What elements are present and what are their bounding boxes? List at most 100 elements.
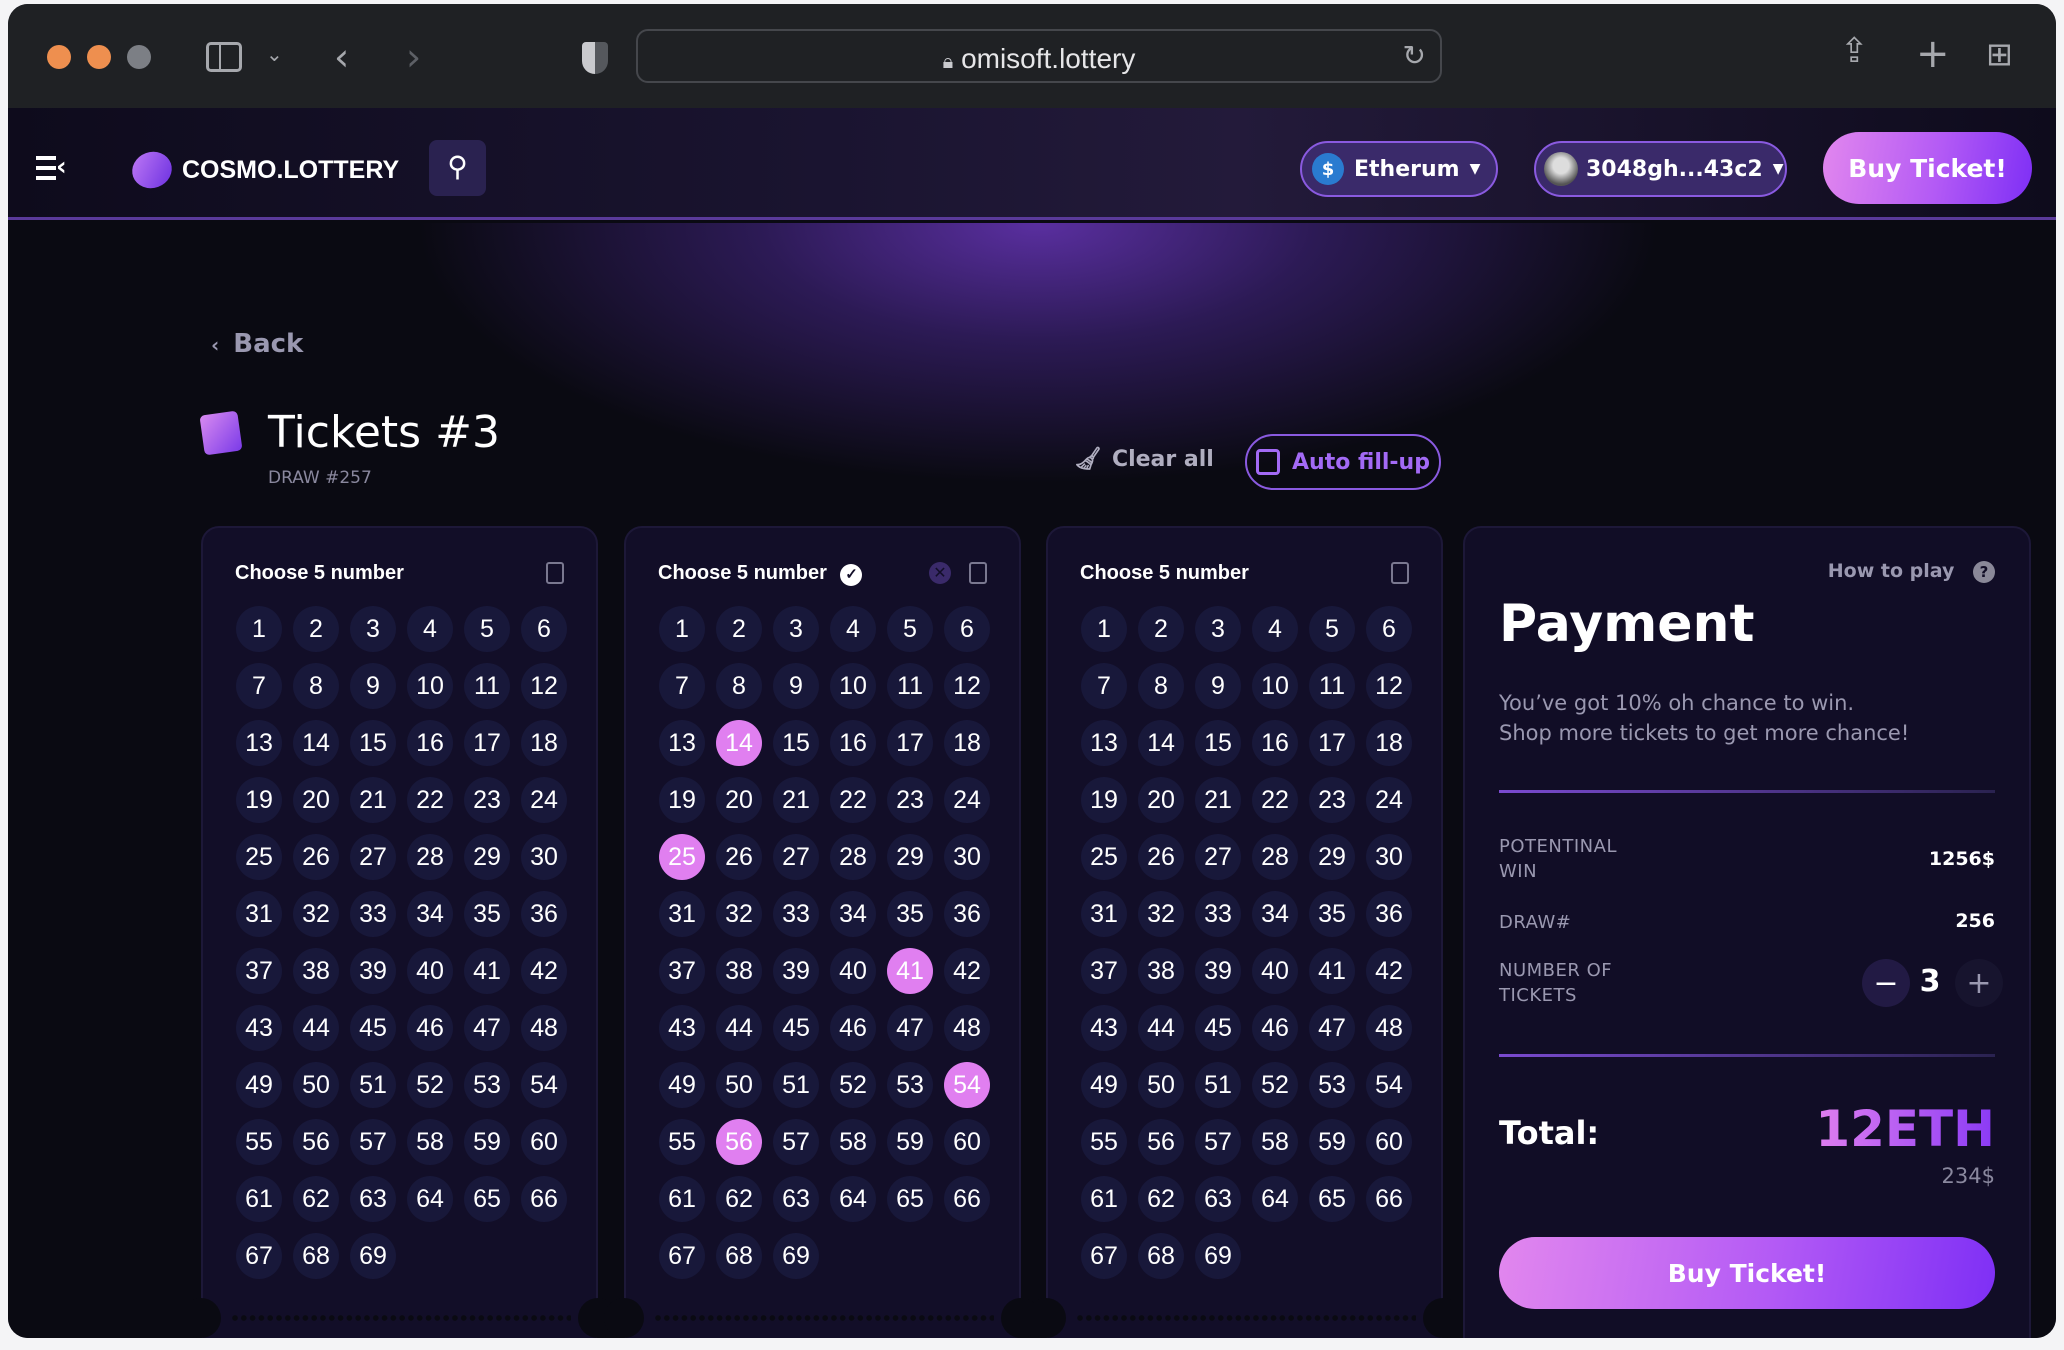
number-ball[interactable]: 44 <box>1138 1005 1184 1051</box>
number-ball[interactable]: 30 <box>1366 834 1412 880</box>
number-ball[interactable]: 48 <box>944 1005 990 1051</box>
number-ball[interactable]: 43 <box>659 1005 705 1051</box>
search-button[interactable]: ⚲ <box>429 140 486 196</box>
number-ball[interactable]: 64 <box>830 1176 876 1222</box>
number-ball[interactable]: 41 <box>1309 948 1355 994</box>
number-ball[interactable]: 66 <box>1366 1176 1412 1222</box>
number-ball[interactable]: 35 <box>464 891 510 937</box>
number-ball[interactable]: 50 <box>293 1062 339 1108</box>
number-ball[interactable]: 52 <box>830 1062 876 1108</box>
chevron-down-icon[interactable]: ⌄ <box>266 44 283 64</box>
zoom-window-button[interactable] <box>127 45 151 69</box>
number-ball[interactable]: 22 <box>1252 777 1298 823</box>
number-ball[interactable]: 8 <box>1138 663 1184 709</box>
number-ball[interactable]: 28 <box>407 834 453 880</box>
number-ball[interactable]: 22 <box>407 777 453 823</box>
number-ball[interactable]: 19 <box>236 777 282 823</box>
number-ball[interactable]: 1 <box>1081 606 1127 652</box>
number-ball[interactable]: 64 <box>407 1176 453 1222</box>
number-ball[interactable]: 61 <box>236 1176 282 1222</box>
number-ball[interactable]: 37 <box>236 948 282 994</box>
number-ball[interactable]: 29 <box>1309 834 1355 880</box>
sidebar-toggle-icon[interactable] <box>206 42 242 72</box>
number-ball[interactable]: 53 <box>887 1062 933 1108</box>
number-ball[interactable]: 25 <box>236 834 282 880</box>
number-ball[interactable]: 50 <box>716 1062 762 1108</box>
number-ball[interactable]: 38 <box>716 948 762 994</box>
how-to-play-link[interactable]: How to play ? <box>1828 560 1995 583</box>
number-ball[interactable]: 9 <box>350 663 396 709</box>
number-ball[interactable]: 20 <box>293 777 339 823</box>
number-ball[interactable]: 29 <box>887 834 933 880</box>
number-ball[interactable]: 13 <box>236 720 282 766</box>
number-ball[interactable]: 55 <box>1081 1119 1127 1165</box>
number-ball[interactable]: 21 <box>773 777 819 823</box>
number-ball[interactable]: 52 <box>407 1062 453 1108</box>
number-ball[interactable]: 15 <box>773 720 819 766</box>
number-ball[interactable]: 35 <box>887 891 933 937</box>
number-ball[interactable]: 48 <box>1366 1005 1412 1051</box>
number-ball[interactable]: 32 <box>293 891 339 937</box>
number-ball[interactable]: 11 <box>887 663 933 709</box>
number-ball[interactable]: 14 <box>293 720 339 766</box>
number-ball[interactable]: 19 <box>1081 777 1127 823</box>
number-ball[interactable]: 14 <box>1138 720 1184 766</box>
number-ball[interactable]: 46 <box>830 1005 876 1051</box>
number-ball[interactable]: 56 <box>1138 1119 1184 1165</box>
number-ball[interactable]: 69 <box>773 1233 819 1279</box>
number-ball[interactable]: 51 <box>1195 1062 1241 1108</box>
number-ball[interactable]: 45 <box>1195 1005 1241 1051</box>
number-ball[interactable]: 39 <box>773 948 819 994</box>
header-buy-ticket-button[interactable]: Buy Ticket! <box>1823 132 2032 204</box>
number-ball[interactable]: 31 <box>659 891 705 937</box>
number-ball[interactable]: 45 <box>773 1005 819 1051</box>
clear-ticket-icon[interactable]: ✕ <box>929 562 951 584</box>
number-ball[interactable]: 9 <box>773 663 819 709</box>
number-ball[interactable]: 40 <box>407 948 453 994</box>
number-ball[interactable]: 66 <box>521 1176 567 1222</box>
number-ball[interactable]: 50 <box>1138 1062 1184 1108</box>
number-ball[interactable]: 39 <box>1195 948 1241 994</box>
number-ball[interactable]: 13 <box>1081 720 1127 766</box>
number-ball[interactable]: 60 <box>521 1119 567 1165</box>
number-ball[interactable]: 25 <box>1081 834 1127 880</box>
number-ball[interactable]: 18 <box>944 720 990 766</box>
number-ball[interactable]: 13 <box>659 720 705 766</box>
number-ball[interactable]: 67 <box>659 1233 705 1279</box>
number-ball[interactable]: 21 <box>1195 777 1241 823</box>
number-ball[interactable]: 30 <box>521 834 567 880</box>
number-ball[interactable]: 1 <box>236 606 282 652</box>
number-ball[interactable]: 2 <box>716 606 762 652</box>
number-ball[interactable]: 36 <box>521 891 567 937</box>
number-ball[interactable]: 59 <box>887 1119 933 1165</box>
number-ball[interactable]: 69 <box>1195 1233 1241 1279</box>
number-ball[interactable]: 44 <box>716 1005 762 1051</box>
number-ball[interactable]: 22 <box>830 777 876 823</box>
number-ball[interactable]: 31 <box>1081 891 1127 937</box>
number-ball[interactable]: 6 <box>521 606 567 652</box>
number-ball[interactable]: 46 <box>1252 1005 1298 1051</box>
number-ball[interactable]: 47 <box>464 1005 510 1051</box>
number-ball[interactable]: 1 <box>659 606 705 652</box>
clear-all-button[interactable]: 🧹︎ Clear all <box>1074 447 1214 472</box>
close-window-button[interactable] <box>47 45 71 69</box>
back-arrow-icon[interactable]: ‹ <box>334 38 349 76</box>
number-ball[interactable]: 65 <box>464 1176 510 1222</box>
number-ball[interactable]: 56 <box>293 1119 339 1165</box>
number-ball[interactable]: 12 <box>1366 663 1412 709</box>
number-ball[interactable]: 38 <box>1138 948 1184 994</box>
number-ball-selected[interactable]: 25 <box>659 834 705 880</box>
number-ball[interactable]: 10 <box>830 663 876 709</box>
number-ball[interactable]: 15 <box>350 720 396 766</box>
number-ball[interactable]: 2 <box>1138 606 1184 652</box>
number-ball[interactable]: 38 <box>293 948 339 994</box>
reload-icon[interactable]: ↻ <box>1403 39 1426 72</box>
number-ball[interactable]: 18 <box>1366 720 1412 766</box>
number-ball[interactable]: 61 <box>659 1176 705 1222</box>
number-ball[interactable]: 54 <box>1366 1062 1412 1108</box>
number-ball[interactable]: 63 <box>350 1176 396 1222</box>
number-ball[interactable]: 68 <box>293 1233 339 1279</box>
number-ball[interactable]: 23 <box>464 777 510 823</box>
number-ball[interactable]: 46 <box>407 1005 453 1051</box>
number-ball-selected[interactable]: 14 <box>716 720 762 766</box>
